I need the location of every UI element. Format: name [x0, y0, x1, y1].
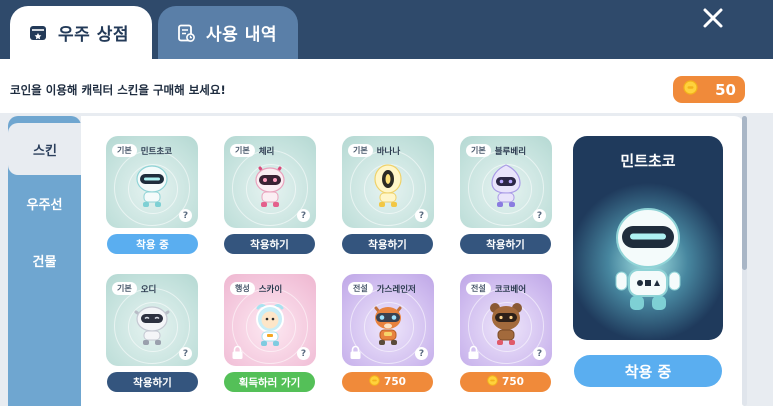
wear-button[interactable]: 착용하기	[342, 234, 433, 254]
buy-button[interactable]: 750	[460, 372, 551, 392]
sidebar-item-skin[interactable]: 스킨	[8, 123, 82, 175]
scrollbar-thumb[interactable]	[742, 116, 747, 270]
grade-badge: 전설	[348, 282, 373, 295]
grade-badge: 기본	[230, 144, 255, 157]
close-icon[interactable]	[699, 4, 727, 32]
wear-button[interactable]: 착용하기	[224, 234, 315, 254]
instruction-text: 코인을 이용해 캐릭터 스킨을 구매해 보세요!	[10, 83, 226, 97]
help-icon[interactable]: ?	[415, 347, 428, 360]
top-bar: 우주 상점 사용 내역	[0, 0, 773, 59]
sidebar-item-spaceship[interactable]: 우주선	[8, 177, 81, 229]
history-icon	[176, 23, 196, 43]
acquire-button[interactable]: 획득하러 가기	[224, 372, 315, 392]
skin-card-cocobear[interactable]: 전설 코코베어 ?	[460, 274, 552, 366]
skin-name: 오디	[140, 284, 157, 295]
wear-button[interactable]: 착용하기	[460, 234, 551, 254]
help-icon[interactable]: ?	[297, 347, 310, 360]
help-icon[interactable]: ?	[179, 209, 192, 222]
blueberry-robot-icon	[486, 162, 526, 214]
grade-badge: 기본	[348, 144, 373, 157]
gas-ranger-icon	[367, 300, 409, 352]
preview-title: 민트초코	[620, 152, 676, 170]
skin-card-gasranger[interactable]: 전설 가스레인저 ?	[342, 274, 434, 366]
coin-icon	[369, 375, 380, 389]
price-label: 750	[502, 376, 524, 388]
mint-robot-icon	[132, 162, 172, 214]
store-subheader: 코인을 이용해 캐릭터 스킨을 구매해 보세요! 50	[0, 59, 773, 113]
sidebar-item-building[interactable]: 건물	[8, 234, 81, 286]
skin-preview: 민트초코	[573, 136, 723, 340]
skin-name: 민트초코	[140, 146, 173, 157]
coin-amount: 50	[715, 80, 736, 99]
tab-usage-history[interactable]: 사용 내역	[158, 6, 298, 59]
store-icon	[28, 23, 48, 43]
tab-label: 사용 내역	[206, 25, 277, 45]
skin-name: 스카이	[258, 284, 283, 295]
help-icon[interactable]: ?	[533, 209, 546, 222]
coco-bear-icon	[485, 300, 527, 352]
help-icon[interactable]: ?	[179, 347, 192, 360]
grade-badge: 기본	[112, 144, 137, 157]
sky-astronaut-icon	[249, 300, 291, 352]
skin-card-banana[interactable]: 기본 바나나 ?	[342, 136, 434, 228]
coin-icon	[683, 80, 698, 99]
lock-icon	[349, 345, 362, 360]
grade-badge: 행성	[230, 282, 255, 295]
skin-name: 체리	[258, 146, 275, 157]
lock-icon	[231, 345, 244, 360]
skin-card-mintchoco[interactable]: 기본 민트초코 ?	[106, 136, 198, 228]
skin-card-odi[interactable]: 기본 오디 ?	[106, 274, 198, 366]
skin-card-blueberry[interactable]: 기본 블루베리 ?	[460, 136, 552, 228]
lock-icon	[467, 345, 480, 360]
skin-name: 바나나	[376, 146, 401, 157]
grade-badge: 기본	[466, 144, 491, 157]
skin-name: 가스레인저	[376, 284, 416, 295]
skin-name: 블루베리	[494, 146, 527, 157]
odi-robot-icon	[130, 300, 174, 352]
preview-wearing-button[interactable]: 착용 중	[574, 355, 722, 387]
help-icon[interactable]: ?	[415, 209, 428, 222]
skin-card-cherry[interactable]: 기본 체리 ?	[224, 136, 316, 228]
skin-name: 코코베어	[494, 284, 527, 295]
buy-button[interactable]: 750	[342, 372, 433, 392]
wear-button[interactable]: 착용하기	[107, 372, 198, 392]
mint-robot-preview-icon	[608, 202, 688, 324]
banana-robot-icon	[368, 162, 408, 214]
help-icon[interactable]: ?	[533, 347, 546, 360]
category-sidebar: 스킨 우주선 건물	[8, 116, 82, 406]
coin-balance: 50	[673, 76, 745, 103]
cherry-robot-icon	[250, 162, 290, 214]
grade-badge: 기본	[112, 282, 137, 295]
wearing-button[interactable]: 착용 중	[107, 234, 198, 254]
coin-icon	[487, 375, 498, 389]
grade-badge: 전설	[466, 282, 491, 295]
tab-label: 우주 상점	[58, 25, 129, 45]
tab-space-store[interactable]: 우주 상점	[10, 6, 152, 59]
price-label: 750	[384, 376, 406, 388]
skin-card-sky[interactable]: 행성 스카이 ?	[224, 274, 316, 366]
help-icon[interactable]: ?	[297, 209, 310, 222]
